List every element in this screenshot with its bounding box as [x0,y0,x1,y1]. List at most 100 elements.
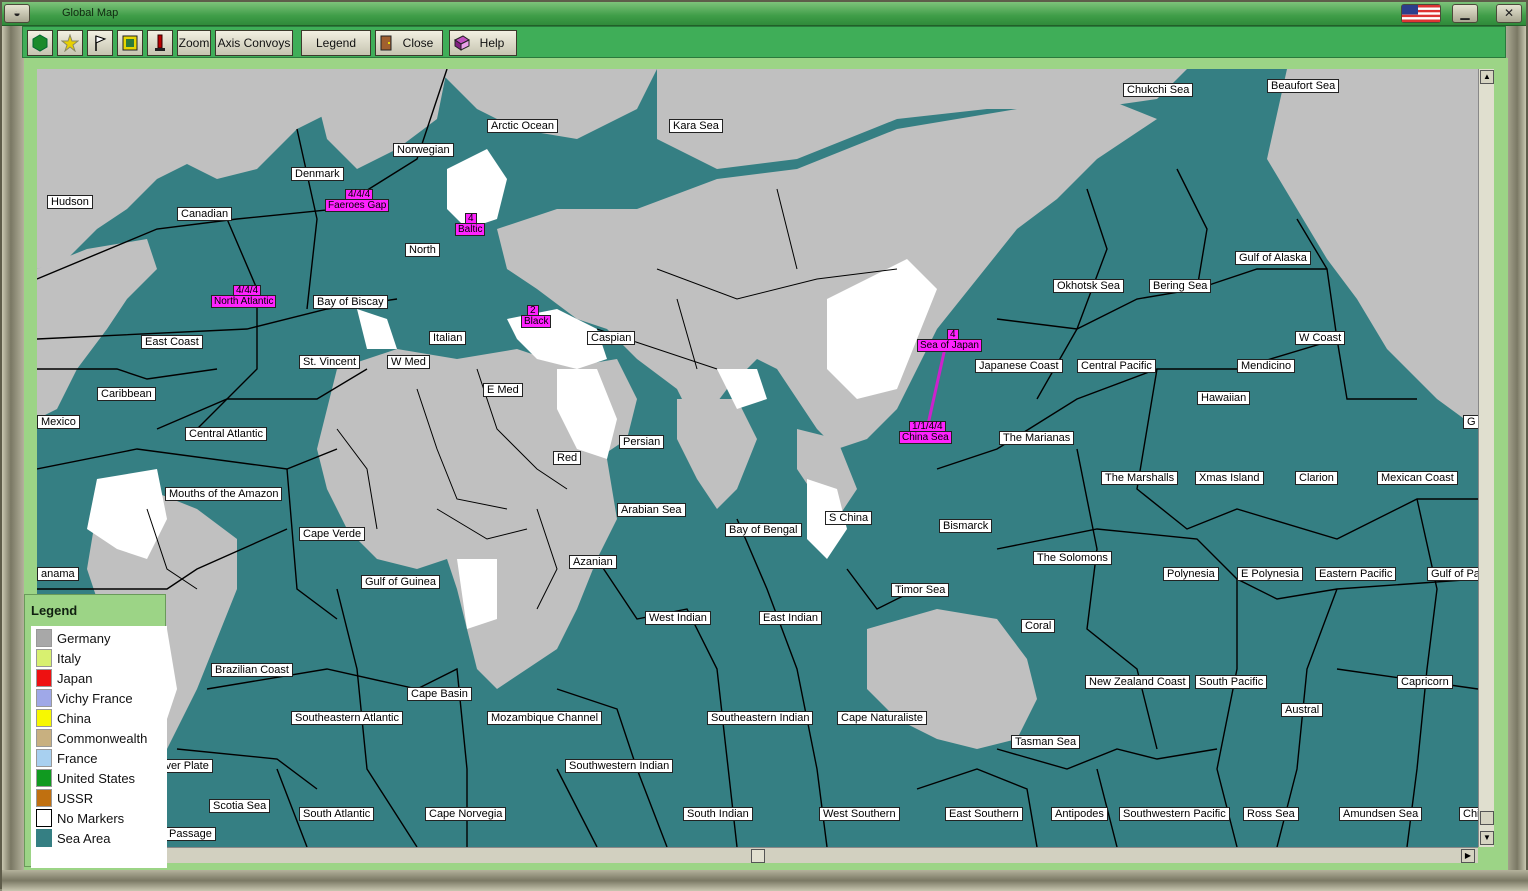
scroll-thumb-horizontal[interactable] [751,849,765,863]
sea-label-tasman[interactable]: Tasman Sea [1011,735,1081,749]
minimize-button[interactable]: ▁ [1452,4,1478,23]
scroll-down-button[interactable]: ▼ [1480,831,1494,845]
sea-label-red[interactable]: Red [553,451,582,465]
sea-label-capeverde[interactable]: Cape Verde [299,527,366,541]
sea-label-japcoast[interactable]: Japanese Coast [975,359,1063,373]
global-map[interactable]: Chukchi Sea Beaufort Sea Arctic Ocean Ka… [37,69,1478,847]
sea-label-guinea[interactable]: Gulf of Guinea [361,575,440,589]
sea-label-biscay[interactable]: Bay of Biscay [313,295,388,309]
sea-label-polynesia[interactable]: Polynesia [1163,567,1219,581]
sea-label-chi[interactable]: Chi [1459,807,1478,821]
sea-label-ross[interactable]: Ross Sea [1243,807,1299,821]
scroll-right-button[interactable]: ▶ [1461,849,1475,863]
unit-marker-north-atlantic[interactable]: North Atlantic [211,295,277,308]
unit-marker-faeroes[interactable]: Faeroes Gap [325,199,390,212]
sea-label-bering[interactable]: Bering Sea [1149,279,1212,293]
sea-label-southatl[interactable]: South Atlantic [299,807,375,821]
sea-label-wmed[interactable]: W Med [387,355,430,369]
sea-label-plate[interactable]: iver Plate [159,759,213,773]
sea-label-caribbean[interactable]: Caribbean [97,387,156,401]
sea-label-passage[interactable]: Passage [165,827,216,841]
sea-label-chukchi[interactable]: Chukchi Sea [1123,83,1194,97]
sea-label-austral[interactable]: Austral [1281,703,1324,717]
help-button[interactable]: Help [449,30,517,56]
sea-label-coral[interactable]: Coral [1021,619,1056,633]
sea-label-persian[interactable]: Persian [619,435,665,449]
title-bar[interactable]: ◒ Global Map ▁ ✕ [2,2,1526,26]
sea-label-beaufort[interactable]: Beaufort Sea [1267,79,1340,93]
sea-label-eastsouth[interactable]: East Southern [945,807,1023,821]
sea-label-amundsen[interactable]: Amundsen Sea [1339,807,1423,821]
grid-filter-button[interactable] [117,30,143,56]
sea-label-emed[interactable]: E Med [483,383,523,397]
unit-marker-china-sea[interactable]: China Sea [899,431,952,444]
sea-label-canadian[interactable]: Canadian [177,207,233,221]
sea-label-denmark[interactable]: Denmark [291,167,344,181]
sea-label-caspian[interactable]: Caspian [587,331,636,345]
close-button[interactable]: Close [375,30,443,56]
sea-label-norwegian[interactable]: Norwegian [393,143,454,157]
sea-label-mozambique[interactable]: Mozambique Channel [487,711,603,725]
window-menu-button[interactable]: ◒ [4,4,30,23]
sea-label-mexcoast[interactable]: Mexican Coast [1377,471,1458,485]
sea-label-eastcoast[interactable]: East Coast [141,335,203,349]
sea-label-mexico[interactable]: Mexico [37,415,80,429]
legend-button[interactable]: Legend [301,30,371,56]
sea-label-azanian[interactable]: Azanian [569,555,617,569]
unit-marker-baltic[interactable]: Baltic [455,223,486,236]
unit-marker-black[interactable]: Black [521,315,552,328]
sea-label-hudson[interactable]: Hudson [47,195,93,209]
sea-label-antipodes[interactable]: Antipodes [1051,807,1108,821]
sea-label-westsouth[interactable]: West Southern [819,807,900,821]
sea-label-centpac[interactable]: Central Pacific [1077,359,1156,373]
sea-label-epolynesia[interactable]: E Polynesia [1237,567,1304,581]
sea-label-panama[interactable]: anama [37,567,79,581]
sea-label-centatl[interactable]: Central Atlantic [185,427,267,441]
sea-label-seind[interactable]: Southeastern Indian [707,711,814,725]
sea-label-xmas[interactable]: Xmas Island [1195,471,1264,485]
scroll-thumb-vertical[interactable] [1480,811,1494,825]
vertical-scrollbar[interactable]: ▲ ▼ [1478,69,1494,847]
sea-label-westind[interactable]: West Indian [645,611,711,625]
sea-label-bengal[interactable]: Bay of Bengal [725,523,802,537]
sea-label-kara[interactable]: Kara Sea [669,119,723,133]
sea-label-italian[interactable]: Italian [429,331,467,345]
sea-label-wcoast[interactable]: W Coast [1295,331,1346,345]
star-filter-button[interactable] [57,30,83,56]
sea-label-swind[interactable]: Southwestern Indian [565,759,674,773]
sea-label-marshalls[interactable]: The Marshalls [1101,471,1179,485]
sea-label-eastind[interactable]: East Indian [759,611,823,625]
unit-marker-sea-of-japan[interactable]: Sea of Japan [917,339,982,352]
sea-label-arabian[interactable]: Arabian Sea [617,503,686,517]
sea-label-scotia[interactable]: Scotia Sea [209,799,271,813]
sea-label-okhotsk[interactable]: Okhotsk Sea [1053,279,1124,293]
sea-label-amazon[interactable]: Mouths of the Amazon [165,487,283,501]
sea-label-southpac[interactable]: South Pacific [1195,675,1268,689]
sea-label-solomons[interactable]: The Solomons [1033,551,1112,565]
horizontal-scrollbar[interactable]: ▶ [37,847,1478,863]
nation-flag-icon[interactable] [1401,4,1441,23]
sea-label-eastpac[interactable]: Eastern Pacific [1315,567,1397,581]
sea-label-north[interactable]: North [405,243,440,257]
sea-label-nzcoast[interactable]: New Zealand Coast [1085,675,1190,689]
sea-label-schina[interactable]: S China [825,511,873,525]
sea-label-swpac[interactable]: Southwestern Pacific [1119,807,1230,821]
sea-label-hawaiian[interactable]: Hawaiian [1197,391,1251,405]
marker-filter-button[interactable] [147,30,173,56]
flag-filter-button[interactable] [87,30,113,56]
scroll-up-button[interactable]: ▲ [1480,70,1494,84]
sea-label-seatl[interactable]: Southeastern Atlantic [291,711,403,725]
sea-label-clarion[interactable]: Clarion [1295,471,1338,485]
sea-label-brazil[interactable]: Brazilian Coast [211,663,293,677]
sea-label-bismarck[interactable]: Bismarck [939,519,993,533]
sea-label-capenor[interactable]: Cape Norvegia [425,807,507,821]
sea-label-arctic[interactable]: Arctic Ocean [487,119,558,133]
sea-label-capebasin[interactable]: Cape Basin [407,687,472,701]
sea-label-g[interactable]: G [1463,415,1478,429]
sea-label-gulfpa[interactable]: Gulf of Pa [1427,567,1478,581]
sea-label-capricorn[interactable]: Capricorn [1397,675,1453,689]
sea-label-capenat[interactable]: Cape Naturaliste [837,711,927,725]
sea-label-marianas[interactable]: The Marianas [999,431,1075,445]
sea-label-stvincent[interactable]: St. Vincent [299,355,360,369]
unit-filter-button[interactable] [27,30,53,56]
